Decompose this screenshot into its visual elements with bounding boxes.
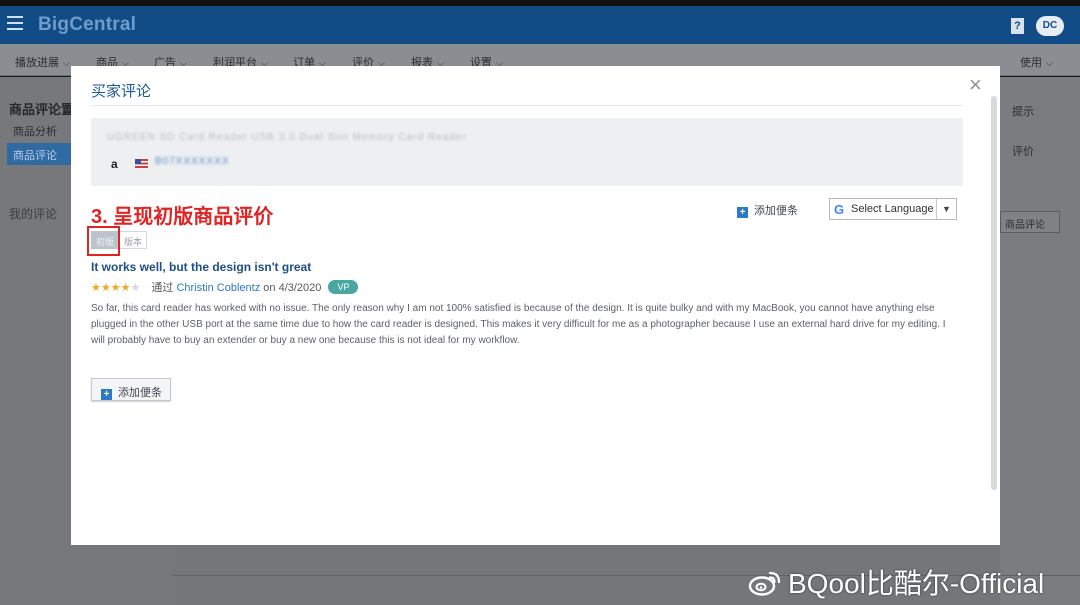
right-panel-select[interactable]: 商品评论	[1000, 211, 1060, 233]
tab-version[interactable]: 版本	[119, 231, 148, 249]
left-panel-active-item[interactable]: 商品评论	[7, 143, 71, 165]
annotation-label: 3. 呈现初版商品评价	[91, 206, 274, 228]
left-panel-title: 商品评论置	[9, 102, 75, 117]
nav-item-usage[interactable]: 使用 ⌵	[1020, 54, 1053, 70]
google-icon: G	[834, 202, 845, 217]
modal-title: 买家评论	[91, 83, 152, 100]
nav-item[interactable]: 播放进展 ⌵	[15, 54, 70, 70]
amazon-icon: a	[111, 157, 118, 171]
review-title: It works well, but the design isn't grea…	[91, 260, 312, 274]
add-note-link[interactable]: + 添加便条	[737, 202, 798, 218]
review-body: So far, this card reader has worked with…	[91, 303, 946, 346]
review-meta: ★★★★★ 通过 Christin Coblentz on 4/3/2020 V…	[91, 279, 359, 295]
app-logo[interactable]: BigCentral	[38, 14, 136, 36]
weibo-icon	[748, 571, 781, 596]
close-icon[interactable]: ×	[969, 72, 982, 98]
dropdown-arrow-icon: ▼	[936, 199, 956, 219]
review-date: on 4/3/2020	[263, 282, 322, 294]
watermark: BQool比酷尔-Official	[748, 562, 1044, 602]
product-asin-link[interactable]: B07XXXXXXX	[155, 156, 229, 167]
language-select[interactable]: G Select Language ▼	[829, 198, 957, 220]
right-panel-text: 评价	[1012, 146, 1034, 158]
divider	[91, 105, 963, 106]
add-note-button[interactable]: + 添加便条	[91, 378, 171, 401]
star-rating: ★★★★★	[91, 282, 141, 294]
product-title: UGREEN SD Card Reader USB 3.0 Dual Slot …	[107, 132, 467, 143]
chevron-down-icon: ⌵	[63, 58, 70, 68]
menu-icon[interactable]	[7, 16, 23, 30]
plus-icon: +	[101, 389, 112, 400]
right-panel: 提示 评价 商品评论	[1000, 77, 1080, 605]
plus-icon: +	[737, 207, 748, 218]
us-flag-icon	[135, 159, 148, 168]
left-panel-link[interactable]: 商品分析	[13, 123, 57, 139]
chevron-down-icon: ⌵	[1046, 58, 1053, 68]
annotation-highlight-box	[87, 226, 120, 256]
left-panel-section[interactable]: 我的评论	[9, 205, 57, 222]
avatar[interactable]: DC	[1036, 16, 1064, 36]
verified-purchase-badge: VP	[328, 280, 359, 294]
buyer-reviews-modal: 买家评论 × UGREEN SD Card Reader USB 3.0 Dua…	[71, 66, 1000, 545]
modal-scrollbar[interactable]	[991, 96, 997, 490]
language-select-label: Select Language	[851, 203, 934, 215]
product-info: UGREEN SD Card Reader USB 3.0 Dual Slot …	[91, 118, 963, 186]
review-author-link[interactable]: Christin Coblentz	[176, 282, 260, 294]
right-panel-button[interactable]: 提示	[1012, 103, 1034, 119]
help-icon[interactable]: ?	[1011, 18, 1024, 34]
review-by-label: 通过	[151, 282, 174, 294]
app-header: BigCentral ? DC	[0, 6, 1080, 44]
